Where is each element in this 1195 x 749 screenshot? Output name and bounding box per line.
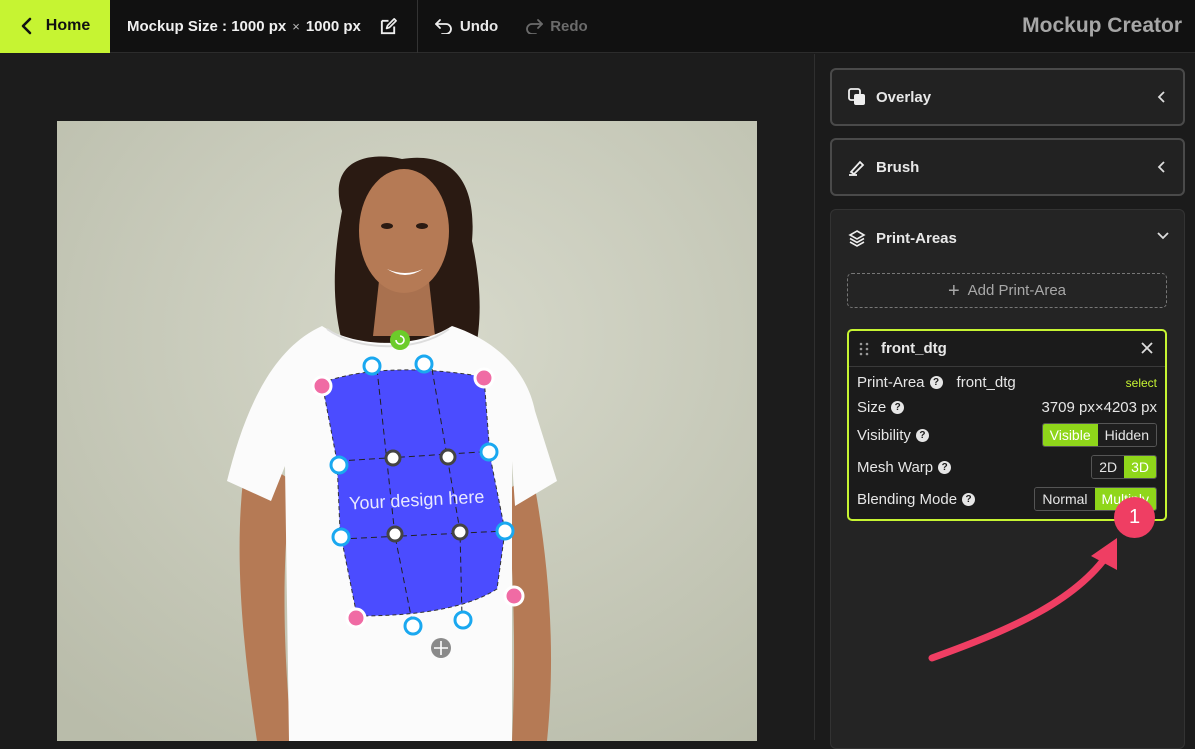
- edge-handle[interactable]: [453, 610, 473, 630]
- overlay-panel-header[interactable]: Overlay: [830, 68, 1185, 126]
- print-area-row: Print-Area ? front_dtg select: [857, 374, 1157, 391]
- inner-handle[interactable]: [451, 523, 469, 541]
- mockup-height: 1000 px: [305, 17, 361, 35]
- plus-icon: +: [947, 279, 960, 302]
- chevron-down-icon: [1157, 232, 1169, 240]
- edge-handle[interactable]: [362, 356, 382, 376]
- inner-handle[interactable]: [384, 449, 402, 467]
- rotate-icon[interactable]: [390, 330, 410, 350]
- canvas-area: Your design here: [0, 54, 815, 741]
- corner-handle[interactable]: [311, 375, 333, 397]
- edge-handle[interactable]: [414, 354, 434, 374]
- redo-icon: [526, 19, 544, 34]
- overlay-icon: [848, 88, 865, 105]
- visibility-row: Visibility ? Visible Hidden: [857, 423, 1157, 447]
- visibility-visible-option[interactable]: Visible: [1042, 424, 1098, 446]
- print-area-value: front_dtg: [956, 374, 1016, 391]
- inner-handle[interactable]: [439, 448, 457, 466]
- help-icon[interactable]: ?: [938, 460, 952, 474]
- edge-handle[interactable]: [495, 521, 515, 541]
- left-eye: [381, 223, 393, 229]
- help-icon[interactable]: ?: [891, 401, 905, 414]
- edge-handle[interactable]: [331, 527, 351, 547]
- blending-normal-option[interactable]: Normal: [1035, 488, 1095, 510]
- size-label: Size: [857, 399, 887, 416]
- brush-panel-header[interactable]: Brush: [830, 138, 1185, 196]
- mesh-warp-2d-option[interactable]: 2D: [1092, 456, 1125, 478]
- chevron-left-icon: [1157, 161, 1165, 173]
- drag-handle-icon[interactable]: [859, 342, 869, 356]
- close-icon[interactable]: [1141, 342, 1153, 354]
- annotation-badge: 1: [1114, 497, 1155, 538]
- visibility-label: Visibility: [857, 426, 911, 444]
- print-areas-label: Print-Areas: [876, 229, 957, 247]
- chevron-left-icon: [1157, 91, 1165, 103]
- print-area-card-header: front_dtg: [849, 331, 1165, 367]
- edge-handle[interactable]: [403, 616, 423, 636]
- mockup-width: 1000 px: [231, 17, 287, 35]
- blending-mode-row: Blending Mode ? Normal Multiply: [857, 487, 1157, 511]
- home-label: Home: [45, 17, 91, 34]
- inner-handle[interactable]: [386, 525, 404, 543]
- undo-button[interactable]: Undo: [434, 18, 498, 35]
- mesh-warp-3d-option[interactable]: 3D: [1124, 456, 1156, 478]
- print-areas-header[interactable]: Print-Areas: [831, 210, 1184, 266]
- corner-handle[interactable]: [345, 607, 367, 629]
- help-icon[interactable]: ?: [915, 428, 929, 442]
- corner-handle[interactable]: [473, 367, 495, 389]
- undo-label: Undo: [459, 17, 499, 35]
- corner-handle[interactable]: [503, 585, 525, 607]
- visibility-toggle: Visible Hidden: [1041, 423, 1157, 447]
- print-area-name: front_dtg: [881, 340, 947, 357]
- undo-icon: [434, 19, 452, 34]
- visibility-hidden-option[interactable]: Hidden: [1097, 424, 1156, 446]
- mockup-size: Mockup Size : 1000 px × 1000 px: [110, 0, 398, 53]
- print-areas-panel: Print-Areas + Add Print-Area front_dtg P…: [830, 209, 1185, 749]
- app-title: Mockup Creator: [1022, 14, 1182, 37]
- print-area-card[interactable]: front_dtg Print-Area ? front_dtg select …: [847, 329, 1167, 521]
- home-button[interactable]: Home: [0, 0, 110, 53]
- mockup-image: Your design here: [57, 121, 757, 741]
- edge-handle[interactable]: [479, 442, 499, 462]
- redo-label: Redo: [550, 17, 588, 35]
- blending-mode-label: Blending Mode: [857, 490, 958, 508]
- toolbar-divider: [416, 0, 418, 53]
- select-link[interactable]: select: [1126, 376, 1157, 390]
- sidebar: Overlay Brush Print-Areas + Add Print-Ar…: [816, 54, 1195, 749]
- add-print-area-button[interactable]: + Add Print-Area: [847, 273, 1167, 308]
- redo-button[interactable]: Redo: [524, 18, 588, 35]
- add-print-area-label: Add Print-Area: [967, 282, 1067, 299]
- layers-icon: [848, 230, 866, 247]
- edge-handle[interactable]: [329, 455, 349, 475]
- help-icon[interactable]: ?: [962, 492, 976, 506]
- print-area-label: Print-Area: [857, 374, 925, 391]
- mockup-size-label: Mockup Size :: [127, 17, 228, 35]
- mesh-warp-toggle: 2D 3D: [1091, 455, 1157, 479]
- mockup-photo: Your design here: [57, 121, 757, 741]
- right-eye: [416, 223, 428, 229]
- size-row: Size ? 3709 px×4203 px: [857, 399, 1157, 416]
- times-sign: ×: [292, 18, 300, 34]
- brush-label: Brush: [876, 158, 920, 176]
- edit-icon[interactable]: [379, 17, 398, 36]
- chevron-left-icon: [21, 17, 32, 35]
- brush-icon: [849, 160, 865, 176]
- top-toolbar: Home Mockup Size : 1000 px × 1000 px Und…: [0, 0, 1195, 53]
- overlay-label: Overlay: [876, 88, 932, 106]
- mesh-warp-row: Mesh Warp ? 2D 3D: [857, 455, 1157, 479]
- mesh-warp-label: Mesh Warp: [857, 458, 934, 476]
- size-value: 3709 px×4203 px: [1041, 399, 1157, 416]
- help-icon[interactable]: ?: [929, 376, 943, 389]
